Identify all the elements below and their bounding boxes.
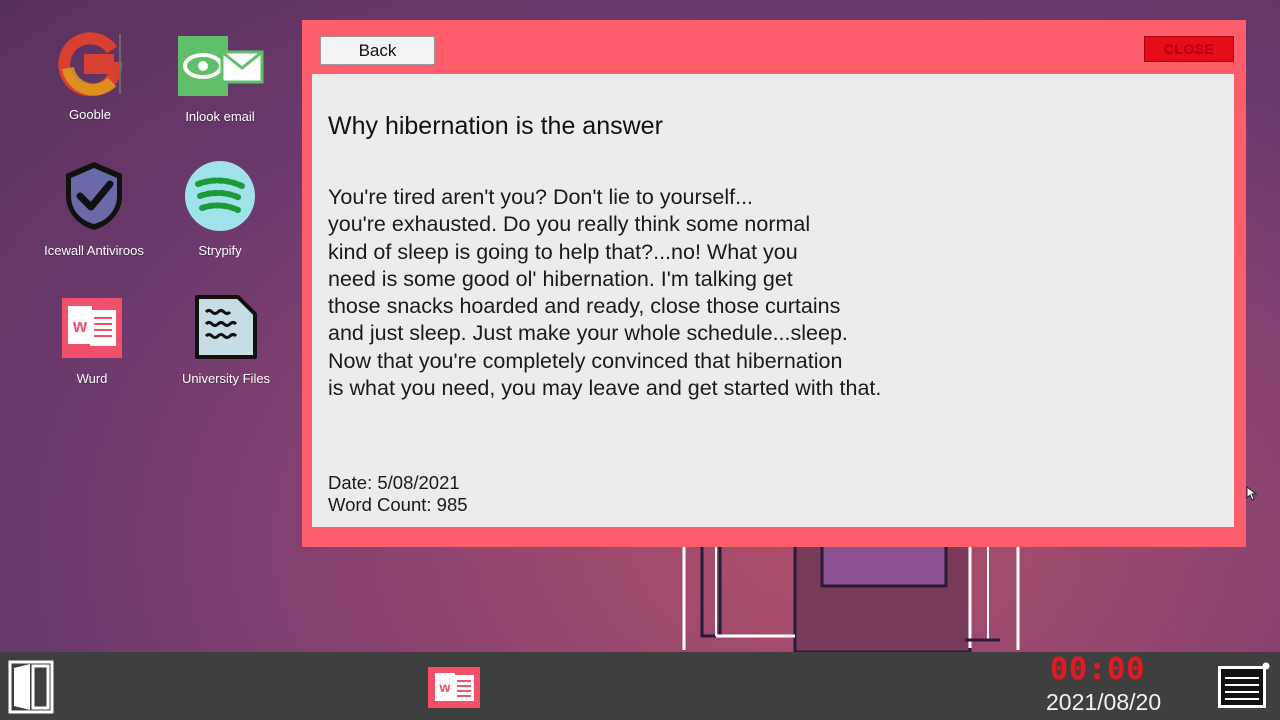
wurd-icon: w <box>62 298 122 358</box>
back-button[interactable]: Back <box>320 36 435 65</box>
desktop-icon-label: Wurd <box>76 371 108 386</box>
document-line: those snacks hoarded and ready, close th… <box>328 294 841 319</box>
document-line: and just sleep. Just make your whole sch… <box>328 321 848 346</box>
document-title: Why hibernation is the answer <box>328 112 663 140</box>
desktop-icon-label: Gooble <box>69 107 111 122</box>
desktop-icon-wurd[interactable]: w Wurd <box>32 296 152 386</box>
strypify-icon <box>185 161 255 231</box>
document-line: kind of sleep is going to help that?...n… <box>328 239 798 264</box>
desktop-icon-university-files[interactable]: University Files <box>166 294 286 386</box>
svg-text:w: w <box>72 316 88 336</box>
desktop-icon-gooble[interactable]: Gooble <box>30 32 150 122</box>
wurd-taskbar-icon[interactable]: w <box>428 667 480 708</box>
document-line: you're exhausted. Do you really think so… <box>328 212 811 237</box>
mouse-cursor-icon <box>1246 486 1258 501</box>
document-word-count: Word Count: 985 <box>328 494 468 515</box>
document-date: Date: 5/08/2021 <box>328 472 460 493</box>
clock-display: 00:00 <box>1050 652 1146 687</box>
document-meta: Date: 5/08/2021 Word Count: 985 <box>328 472 468 516</box>
desktop-icon-label: Icewall Antiviroos <box>44 243 144 258</box>
document-icon <box>195 295 257 359</box>
document-text: You're tired aren't you? Don't lie to yo… <box>328 184 881 402</box>
desktop-icon-label: Strypify <box>198 243 242 258</box>
document-line: need is some good ol' hibernation. I'm t… <box>328 266 793 291</box>
desktop-icon-inlook-email[interactable]: Inlook email <box>160 34 280 124</box>
chat-icon[interactable] <box>1216 662 1270 712</box>
gooble-icon <box>58 32 123 97</box>
date-display: 2021/08/20 <box>1046 689 1162 715</box>
shield-icon <box>66 162 122 230</box>
document-window: Back CLOSE Why hibernation is the answer… <box>302 20 1258 547</box>
document-line: is what you need, you may leave and get … <box>328 376 882 401</box>
document-body: Why hibernation is the answer You're tir… <box>312 74 1258 527</box>
door-start-icon[interactable] <box>8 660 54 714</box>
taskbar: w 00:00 2021/08/20 <box>0 652 1280 720</box>
inlook-email-icon <box>178 36 264 96</box>
desktop-icon-strypify[interactable]: Strypify <box>160 160 280 258</box>
door-background-art <box>682 540 1020 652</box>
document-line: You're tired aren't you? Don't lie to yo… <box>328 185 754 209</box>
desktop-icon-label: University Files <box>181 371 271 386</box>
desktop-icon-icewall-antiviroos[interactable]: Icewall Antiviroos <box>34 160 154 258</box>
svg-text:w: w <box>439 679 451 695</box>
desktop-icon-label: Inlook email <box>185 109 255 124</box>
close-button[interactable]: CLOSE <box>1144 36 1234 62</box>
document-line: Now that you're completely convinced tha… <box>328 348 843 373</box>
